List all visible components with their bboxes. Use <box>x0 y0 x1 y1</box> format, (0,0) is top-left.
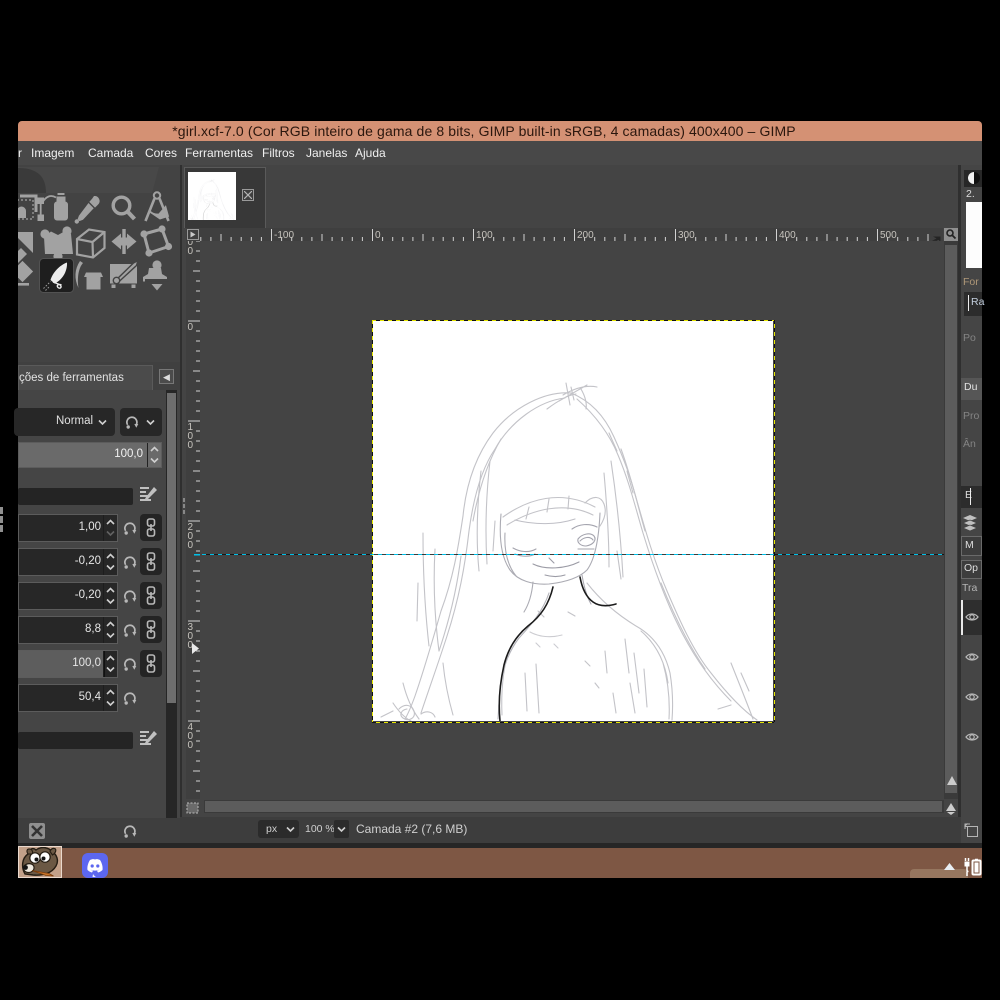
svg-text:0: 0 <box>188 440 194 451</box>
svg-text:400: 400 <box>779 230 796 241</box>
svg-text:0: 0 <box>375 230 381 241</box>
svg-text:0: 0 <box>188 540 194 551</box>
svg-text:-100: -100 <box>274 230 294 241</box>
svg-text:300: 300 <box>678 230 695 241</box>
svg-text:500: 500 <box>880 230 897 241</box>
svg-text:0: 0 <box>188 322 194 333</box>
svg-text:100: 100 <box>476 230 493 241</box>
svg-text:0: 0 <box>188 246 194 257</box>
svg-text:0: 0 <box>188 740 194 751</box>
svg-text:200: 200 <box>577 230 594 241</box>
